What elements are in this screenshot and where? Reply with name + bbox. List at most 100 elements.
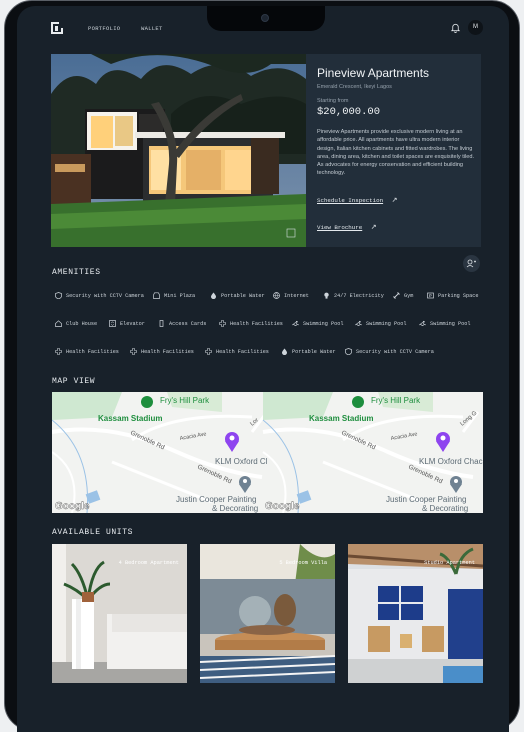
amenity-label: Health Facilities [141, 348, 194, 355]
unit-card[interactable]: Studio Apartment [348, 544, 483, 683]
drop-icon [282, 348, 287, 355]
unit-label: 5 Bedroom Villa [279, 560, 327, 566]
health-icon [55, 348, 62, 355]
price-label: Starting from [317, 98, 349, 104]
amenity-label: Portable Water [221, 292, 265, 299]
amenity-item: Elevator [109, 320, 145, 327]
property-address: Emerald Crescent, Ikeyi Lagos [317, 84, 392, 90]
logo[interactable] [51, 22, 63, 34]
schedule-inspection-link[interactable]: Schedule Inspection [317, 197, 383, 204]
amenity-item: Health Facilities [130, 348, 194, 355]
unit-label: Studio Apartment [424, 560, 475, 566]
swim-icon [292, 320, 299, 326]
camera-icon [261, 14, 269, 22]
map-view[interactable]: Fry's Hill Park Kassam Stadium Grenoble … [52, 392, 483, 513]
amenities-heading: AMENITIES [52, 268, 101, 277]
map-stadium-label-2: Kassam Stadium [309, 414, 373, 423]
google-logo-2: Google [265, 501, 300, 512]
amenity-label: 24/7 Electricity [334, 292, 384, 299]
amenity-label: Internet [284, 292, 309, 299]
bulb-icon [324, 292, 329, 299]
view-brochure-link[interactable]: View Brochure [317, 224, 362, 231]
amenity-item: Gym [393, 292, 413, 299]
health-icon [130, 348, 137, 355]
swim-icon [355, 320, 362, 326]
health-icon [219, 320, 226, 327]
app-screen: PORTFOLIO WALLET M Pineview Apartments E… [17, 6, 509, 732]
share-button[interactable] [463, 255, 480, 272]
map-heading: MAP VIEW [52, 377, 96, 386]
amenity-item: Security with CCTV Camera [55, 292, 144, 299]
amenity-label: Club House [66, 320, 98, 327]
property-details: Pineview Apartments Emerald Crescent, Ik… [317, 66, 475, 234]
amenity-item: Mini Plaza [153, 292, 195, 299]
amenity-item: Health Facilities [55, 348, 119, 355]
tablet-frame: PORTFOLIO WALLET M Pineview Apartments E… [4, 0, 520, 732]
property-card: Pineview Apartments Emerald Crescent, Ik… [51, 54, 481, 247]
map-painting-label-2: & Decorating [212, 504, 258, 513]
arrow-up-right-icon: ↗ [391, 196, 398, 204]
amenity-item: Internet [273, 292, 309, 299]
parking-icon [427, 292, 434, 299]
map-park-label-2: Fry's Hill Park [371, 396, 421, 405]
users-icon [466, 259, 476, 268]
schedule-row: Schedule Inspection ↗ [317, 189, 475, 207]
health-icon [205, 348, 212, 355]
store-icon [153, 292, 160, 299]
shield-icon [55, 292, 62, 299]
unit-card[interactable]: 5 Bedroom Villa [200, 544, 335, 683]
shield-icon [345, 348, 352, 355]
arrow-up-right-icon: ↗ [370, 223, 377, 231]
avatar[interactable]: M [468, 20, 483, 35]
globe-icon [273, 292, 280, 299]
amenity-item: Health Facilities [219, 320, 283, 327]
map-klm-label: KLM Oxford Cl [215, 457, 268, 466]
nav-portfolio[interactable]: PORTFOLIO [88, 25, 120, 32]
property-title: Pineview Apartments [317, 66, 430, 80]
amenity-label: Security with CCTV Camera [66, 292, 144, 299]
card-icon [159, 320, 164, 327]
amenity-label: Health Facilities [216, 348, 269, 355]
unit-card[interactable]: 4 Bedroom Apartment [52, 544, 187, 683]
google-logo: Google [55, 501, 90, 512]
amenity-label: Portable Water [292, 348, 336, 355]
house-icon [55, 320, 62, 327]
amenity-label: Health Facilities [66, 348, 119, 355]
amenity-label: Security with CCTV Camera [356, 348, 434, 355]
amenity-item: Portable Water [210, 292, 265, 299]
dumbbell-icon [393, 292, 400, 299]
property-price: $20,000.00 [317, 106, 381, 118]
bell-icon[interactable] [450, 22, 461, 33]
amenity-label: Health Facilities [230, 320, 283, 327]
nav-wallet[interactable]: WALLET [141, 25, 163, 32]
elevator-icon [109, 320, 116, 327]
map-park-label: Fry's Hill Park [160, 396, 210, 405]
map-klm-label-2: KLM Oxford Chac [419, 457, 483, 466]
amenity-label: Access Cards [169, 320, 207, 327]
amenity-label: Parking Space [438, 292, 479, 299]
amenity-item: Health Facilities [205, 348, 269, 355]
map-painting-label: Justin Cooper Painting [176, 495, 257, 504]
amenity-label: Mini Plaza [164, 292, 196, 299]
units-heading: AVAILABLE UNITS [52, 528, 134, 537]
amenity-item: Access Cards [158, 320, 206, 327]
amenity-item: Club House [55, 320, 97, 327]
amenity-item: Security with CCTV Camera [345, 348, 434, 355]
amenity-item: Portable Water [281, 348, 336, 355]
amenity-label: Gym [404, 292, 414, 299]
unit-label: 4 Bedroom Apartment [118, 560, 179, 566]
map-painting-label-3: Justin Cooper Painting [386, 495, 467, 504]
amenity-label: Swimming Pool [303, 320, 344, 327]
map-stadium-label: Kassam Stadium [98, 414, 162, 423]
property-photo [51, 54, 306, 247]
amenity-item: 24/7 Electricity [323, 292, 384, 299]
amenity-item: Swimming Pool [292, 320, 343, 327]
amenity-label: Swimming Pool [366, 320, 407, 327]
amenity-label: Swimming Pool [430, 320, 471, 327]
drop-icon [211, 292, 216, 299]
camera-notch [207, 6, 325, 31]
amenity-item: Swimming Pool [419, 320, 470, 327]
amenity-label: Elevator [120, 320, 145, 327]
swim-icon [419, 320, 426, 326]
map-painting-label-4: & Decorating [422, 504, 468, 513]
